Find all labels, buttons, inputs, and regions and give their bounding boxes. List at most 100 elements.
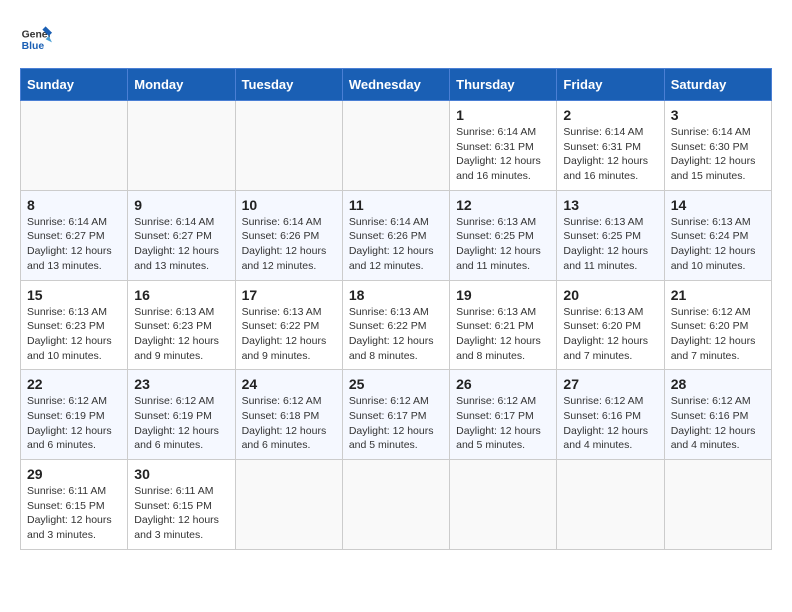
calendar-cell: 2 Sunrise: 6:14 AMSunset: 6:31 PMDaylight…	[557, 101, 664, 191]
day-info: Sunrise: 6:13 AMSunset: 6:25 PMDaylight:…	[456, 215, 550, 274]
calendar-cell: 8Sunrise: 6:14 AMSunset: 6:27 PMDaylight…	[21, 190, 128, 280]
day-number: 3	[671, 107, 765, 123]
calendar-week-1: 1 Sunrise: 6:14 AMSunset: 6:31 PMDaylight…	[21, 101, 772, 191]
day-number: 12	[456, 197, 550, 213]
day-info: Sunrise: 6:13 AMSunset: 6:23 PMDaylight:…	[27, 305, 121, 364]
calendar-cell	[342, 460, 449, 550]
day-header-thursday: Thursday	[450, 69, 557, 101]
calendar-cell	[128, 101, 235, 191]
day-header-wednesday: Wednesday	[342, 69, 449, 101]
day-number: 9	[134, 197, 228, 213]
day-info: Sunrise: 6:13 AMSunset: 6:23 PMDaylight:…	[134, 305, 228, 364]
day-info: Sunrise: 6:11 AMSunset: 6:15 PMDaylight:…	[27, 484, 121, 543]
calendar-cell: 1 Sunrise: 6:14 AMSunset: 6:31 PMDaylight…	[450, 101, 557, 191]
calendar-cell	[235, 460, 342, 550]
svg-text:Blue: Blue	[22, 41, 45, 52]
page-header: General Blue	[20, 20, 772, 52]
day-number: 22	[27, 376, 121, 392]
day-info: Sunrise: 6:13 AMSunset: 6:24 PMDaylight:…	[671, 215, 765, 274]
calendar-cell: 19 Sunrise: 6:13 AMSunset: 6:21 PMDayligh…	[450, 280, 557, 370]
calendar-header-row: SundayMondayTuesdayWednesdayThursdayFrid…	[21, 69, 772, 101]
day-info: Sunrise: 6:14 AMSunset: 6:31 PMDaylight:…	[563, 125, 657, 184]
day-info: Sunrise: 6:14 AMSunset: 6:30 PMDaylight:…	[671, 125, 765, 184]
calendar-cell: 21 Sunrise: 6:12 AMSunset: 6:20 PMDayligh…	[664, 280, 771, 370]
logo-icon: General Blue	[20, 20, 52, 52]
day-info: Sunrise: 6:13 AMSunset: 6:20 PMDaylight:…	[563, 305, 657, 364]
calendar-cell	[21, 101, 128, 191]
calendar-week-2: 8Sunrise: 6:14 AMSunset: 6:27 PMDaylight…	[21, 190, 772, 280]
calendar-cell: 11 Sunrise: 6:14 AMSunset: 6:26 PMDayligh…	[342, 190, 449, 280]
calendar-week-3: 15 Sunrise: 6:13 AMSunset: 6:23 PMDayligh…	[21, 280, 772, 370]
day-info: Sunrise: 6:11 AMSunset: 6:15 PMDaylight:…	[134, 484, 228, 543]
day-number: 16	[134, 287, 228, 303]
day-number: 29	[27, 466, 121, 482]
calendar-cell	[342, 101, 449, 191]
calendar-cell: 16 Sunrise: 6:13 AMSunset: 6:23 PMDayligh…	[128, 280, 235, 370]
calendar-cell	[450, 460, 557, 550]
day-info: Sunrise: 6:12 AMSunset: 6:19 PMDaylight:…	[27, 394, 121, 453]
day-info: Sunrise: 6:14 AMSunset: 6:26 PMDaylight:…	[242, 215, 336, 274]
day-number: 2	[563, 107, 657, 123]
calendar-cell: 28 Sunrise: 6:12 AMSunset: 6:16 PMDayligh…	[664, 370, 771, 460]
day-info: Sunrise: 6:12 AMSunset: 6:18 PMDaylight:…	[242, 394, 336, 453]
day-number: 26	[456, 376, 550, 392]
calendar-cell: 18 Sunrise: 6:13 AMSunset: 6:22 PMDayligh…	[342, 280, 449, 370]
day-info: Sunrise: 6:14 AMSunset: 6:27 PMDaylight:…	[134, 215, 228, 274]
day-number: 21	[671, 287, 765, 303]
calendar-cell: 10 Sunrise: 6:14 AMSunset: 6:26 PMDayligh…	[235, 190, 342, 280]
calendar-cell: 17 Sunrise: 6:13 AMSunset: 6:22 PMDayligh…	[235, 280, 342, 370]
calendar-cell: 13 Sunrise: 6:13 AMSunset: 6:25 PMDayligh…	[557, 190, 664, 280]
calendar-cell: 27 Sunrise: 6:12 AMSunset: 6:16 PMDayligh…	[557, 370, 664, 460]
day-info: Sunrise: 6:14 AMSunset: 6:27 PMDaylight:…	[27, 215, 121, 274]
day-info: Sunrise: 6:13 AMSunset: 6:21 PMDaylight:…	[456, 305, 550, 364]
calendar-cell: 25 Sunrise: 6:12 AMSunset: 6:17 PMDayligh…	[342, 370, 449, 460]
calendar-cell: 9 Sunrise: 6:14 AMSunset: 6:27 PMDaylight…	[128, 190, 235, 280]
calendar-cell	[664, 460, 771, 550]
calendar-cell: 24Sunrise: 6:12 AMSunset: 6:18 PMDayligh…	[235, 370, 342, 460]
calendar-cell: 26 Sunrise: 6:12 AMSunset: 6:17 PMDayligh…	[450, 370, 557, 460]
calendar-cell	[235, 101, 342, 191]
day-number: 10	[242, 197, 336, 213]
calendar-cell: 20Sunrise: 6:13 AMSunset: 6:20 PMDayligh…	[557, 280, 664, 370]
logo: General Blue	[20, 20, 52, 52]
day-header-saturday: Saturday	[664, 69, 771, 101]
day-number: 27	[563, 376, 657, 392]
day-header-sunday: Sunday	[21, 69, 128, 101]
calendar-body: 1 Sunrise: 6:14 AMSunset: 6:31 PMDaylight…	[21, 101, 772, 550]
day-number: 11	[349, 197, 443, 213]
day-header-tuesday: Tuesday	[235, 69, 342, 101]
day-number: 1	[456, 107, 550, 123]
day-info: Sunrise: 6:12 AMSunset: 6:19 PMDaylight:…	[134, 394, 228, 453]
day-number: 28	[671, 376, 765, 392]
calendar-week-5: 29 Sunrise: 6:11 AMSunset: 6:15 PMDayligh…	[21, 460, 772, 550]
calendar-table: SundayMondayTuesdayWednesdayThursdayFrid…	[20, 68, 772, 550]
day-info: Sunrise: 6:13 AMSunset: 6:22 PMDaylight:…	[242, 305, 336, 364]
day-info: Sunrise: 6:14 AMSunset: 6:31 PMDaylight:…	[456, 125, 550, 184]
day-info: Sunrise: 6:13 AMSunset: 6:22 PMDaylight:…	[349, 305, 443, 364]
day-number: 19	[456, 287, 550, 303]
day-number: 14	[671, 197, 765, 213]
day-info: Sunrise: 6:12 AMSunset: 6:16 PMDaylight:…	[563, 394, 657, 453]
day-number: 17	[242, 287, 336, 303]
day-info: Sunrise: 6:13 AMSunset: 6:25 PMDaylight:…	[563, 215, 657, 274]
day-number: 18	[349, 287, 443, 303]
calendar-cell	[557, 460, 664, 550]
day-number: 30	[134, 466, 228, 482]
day-number: 15	[27, 287, 121, 303]
day-header-monday: Monday	[128, 69, 235, 101]
calendar-cell: 29 Sunrise: 6:11 AMSunset: 6:15 PMDayligh…	[21, 460, 128, 550]
day-number: 13	[563, 197, 657, 213]
calendar-cell: 23 Sunrise: 6:12 AMSunset: 6:19 PMDayligh…	[128, 370, 235, 460]
day-info: Sunrise: 6:12 AMSunset: 6:17 PMDaylight:…	[349, 394, 443, 453]
calendar-week-4: 22 Sunrise: 6:12 AMSunset: 6:19 PMDayligh…	[21, 370, 772, 460]
day-number: 25	[349, 376, 443, 392]
day-info: Sunrise: 6:14 AMSunset: 6:26 PMDaylight:…	[349, 215, 443, 274]
day-number: 23	[134, 376, 228, 392]
day-info: Sunrise: 6:12 AMSunset: 6:17 PMDaylight:…	[456, 394, 550, 453]
day-info: Sunrise: 6:12 AMSunset: 6:16 PMDaylight:…	[671, 394, 765, 453]
calendar-cell: 12 Sunrise: 6:13 AMSunset: 6:25 PMDayligh…	[450, 190, 557, 280]
calendar-cell: 14 Sunrise: 6:13 AMSunset: 6:24 PMDayligh…	[664, 190, 771, 280]
calendar-cell: 30 Sunrise: 6:11 AMSunset: 6:15 PMDayligh…	[128, 460, 235, 550]
day-info: Sunrise: 6:12 AMSunset: 6:20 PMDaylight:…	[671, 305, 765, 364]
calendar-cell: 3 Sunrise: 6:14 AMSunset: 6:30 PMDaylight…	[664, 101, 771, 191]
